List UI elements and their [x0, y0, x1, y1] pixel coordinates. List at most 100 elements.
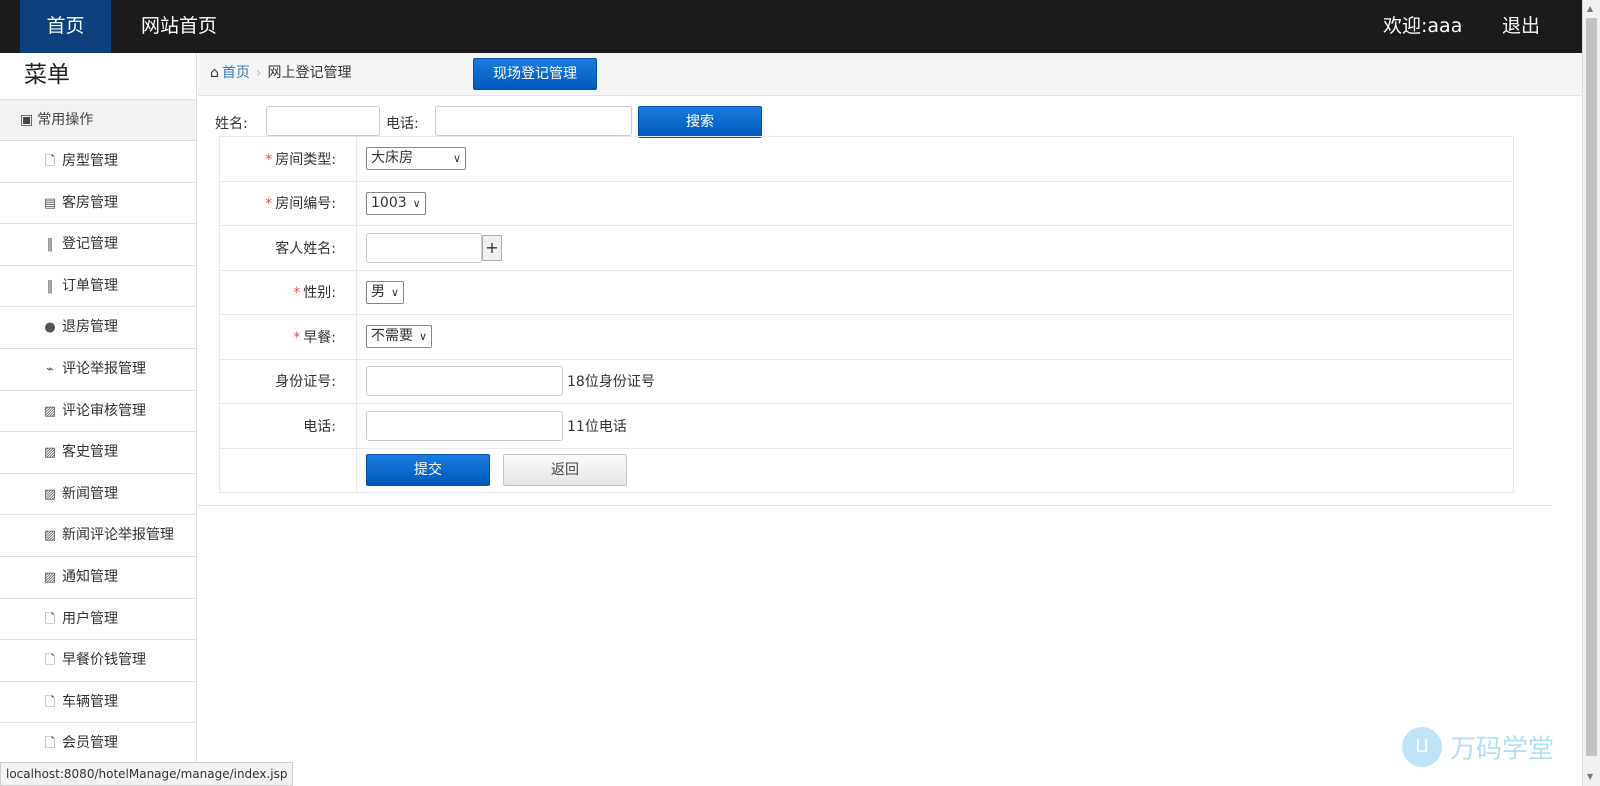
- breadcrumb-separator: ›: [255, 65, 262, 81]
- home-icon: ⌂: [210, 65, 219, 81]
- required-mark: *: [293, 329, 301, 346]
- chevron-down-icon: ∨: [419, 330, 428, 344]
- id-number-input[interactable]: [366, 366, 563, 397]
- sidebar-item-label: 退房管理: [62, 319, 118, 336]
- watermark-logo-icon: ⨿: [1402, 727, 1442, 767]
- sidebar-item-label: 房型管理: [62, 153, 118, 169]
- gender-label: 性别:: [303, 285, 336, 302]
- vertical-scrollbar[interactable]: ▲ ▼: [1582, 0, 1600, 786]
- search-button[interactable]: 搜索: [638, 106, 762, 138]
- search-phone-label: 电话:: [386, 116, 419, 132]
- sidebar-item-label: 评论举报管理: [62, 360, 146, 377]
- status-bar-url: localhost:8080/hotelManage/manage/index.…: [0, 762, 294, 786]
- form-row-guest-name: 客人姓名: +: [219, 225, 1514, 271]
- form-row-room-type: * 房间类型: 大床房 ∨: [219, 136, 1514, 182]
- breakfast-select[interactable]: 不需要 ∨: [366, 325, 433, 349]
- chevron-down-icon: ∨: [412, 196, 421, 210]
- chevron-down-icon: ∨: [452, 152, 461, 166]
- sidebar-item[interactable]: 🗋 房型管理: [0, 141, 196, 183]
- sidebar-item[interactable]: ▨ 评论审核管理: [0, 391, 196, 433]
- main-content: ⌂ 首页 › 网上登记管理 现场登记管理 姓名: 电话: 搜索 * 房间类型: 大床房 ∨…: [198, 53, 1582, 786]
- welcome-user: 欢迎:aaa: [1383, 15, 1463, 37]
- form-row-room-number: * 房间编号: 1003 ∨: [219, 180, 1514, 226]
- watermark: ⨿ 万码学堂: [1402, 727, 1554, 769]
- sidebar-item[interactable]: ▤ 客房管理: [0, 183, 196, 225]
- menu-group-common[interactable]: ▣ 常用操作: [0, 100, 196, 141]
- sidebar-item-label: 会员管理: [62, 735, 118, 752]
- scroll-down-icon[interactable]: ▼: [1587, 772, 1593, 781]
- chevron-down-icon: ∨: [391, 285, 400, 299]
- sidebar-item[interactable]: ▨ 通知管理: [0, 557, 196, 599]
- file-icon: 🗋: [44, 154, 56, 169]
- form-row-gender: * 性别: 男 ∨: [219, 269, 1514, 315]
- sidebar-item[interactable]: ▨ 新闻管理: [0, 474, 196, 516]
- logout-link[interactable]: 退出: [1502, 0, 1540, 53]
- phone-input[interactable]: [366, 410, 563, 441]
- required-mark: *: [293, 285, 301, 302]
- sidebar-item-label: 通知管理: [62, 568, 118, 585]
- sidebar-item-label: 客房管理: [62, 194, 118, 211]
- breakfast-label: 早餐:: [303, 329, 336, 346]
- menu-title: 菜单: [0, 53, 196, 100]
- sidebar-item[interactable]: ▨ 客史管理: [0, 432, 196, 474]
- room-number-select[interactable]: 1003 ∨: [366, 191, 426, 215]
- room-type-select[interactable]: 大床房 ∨: [366, 147, 466, 171]
- sidebar-item[interactable]: 🗋 车辆管理: [0, 682, 196, 724]
- sidebar-item-label: 订单管理: [62, 277, 118, 294]
- id-number-label: 身份证号:: [219, 358, 357, 404]
- form-row-breakfast: * 早餐: 不需要 ∨: [219, 314, 1514, 360]
- gender-select[interactable]: 男 ∨: [366, 280, 405, 304]
- sidebar-item[interactable]: ‖ 登记管理: [0, 224, 196, 266]
- group-icon: ▣: [20, 112, 34, 128]
- sidebar-item-label: 早餐价钱管理: [62, 652, 146, 669]
- scroll-thumb[interactable]: [1586, 18, 1597, 756]
- file-icon: 🗋: [44, 611, 56, 627]
- room-type-label: 房间类型:: [275, 151, 336, 168]
- add-guest-button[interactable]: +: [482, 234, 502, 261]
- top-navbar: 首页 网站首页 欢迎:aaa 退出: [0, 0, 1582, 53]
- nav-home[interactable]: 首页: [20, 0, 111, 53]
- search-name-input[interactable]: [266, 106, 380, 136]
- back-button[interactable]: 返回: [503, 454, 627, 487]
- sidebar-item-label: 用户管理: [62, 610, 118, 627]
- list-icon: ▤: [43, 195, 57, 211]
- sidebar-item[interactable]: ‖ 订单管理: [0, 266, 196, 308]
- registration-form: * 房间类型: 大床房 ∨ * 房间编号: 1003 ∨ 客人姓名: + * 性别: 男 ∨…: [219, 136, 1514, 493]
- picture-icon: ▨: [43, 445, 57, 461]
- breadcrumb-bar: ⌂ 首页 › 网上登记管理 现场登记管理: [198, 53, 1582, 96]
- file-icon: 🗋: [44, 694, 56, 710]
- sidebar-item[interactable]: ⌁ 评论举报管理: [0, 349, 196, 391]
- picture-icon: ▨: [43, 486, 57, 502]
- form-row-phone: 电话: 11位电话: [219, 403, 1514, 449]
- guest-name-label: 客人姓名:: [219, 225, 357, 271]
- onsite-registration-button[interactable]: 现场登记管理: [473, 58, 597, 90]
- guest-name-input[interactable]: [366, 232, 482, 263]
- picture-icon: ▨: [43, 528, 57, 544]
- phone-label: 电话:: [219, 403, 357, 449]
- breadcrumb: ⌂ 首页 › 网上登记管理: [210, 53, 352, 94]
- sidebar-item[interactable]: 🗋 用户管理: [0, 599, 196, 641]
- file-icon: 🗋: [44, 736, 56, 752]
- sidebar-item[interactable]: ● 退房管理: [0, 307, 196, 349]
- comment-icon: ●: [44, 320, 56, 336]
- submit-button[interactable]: 提交: [366, 454, 490, 487]
- sidebar-item-label: 评论审核管理: [62, 402, 146, 419]
- sidebar-item-label: 车辆管理: [62, 693, 118, 710]
- plug-icon: ⌁: [46, 361, 54, 377]
- sidebar-item-label: 新闻评论举报管理: [62, 527, 174, 544]
- scroll-up-icon[interactable]: ▲: [1587, 4, 1593, 13]
- id-number-hint: 18位身份证号: [567, 374, 655, 391]
- sidebar-item-label: 客史管理: [62, 444, 118, 461]
- room-number-label: 房间编号:: [275, 196, 336, 213]
- search-phone-input[interactable]: [435, 106, 632, 136]
- divider: [198, 505, 1553, 506]
- sidebar-item[interactable]: 🗋 早餐价钱管理: [0, 640, 196, 682]
- sidebar: 菜单 ▣ 常用操作 🗋 房型管理 ▤ 客房管理 ‖ 登记管理 ‖ 订单管理 ● 退房管理 ⌁ 评论举报管…: [0, 53, 197, 786]
- sidebar-item[interactable]: 🗋 会员管理: [0, 723, 196, 765]
- nav-site-home[interactable]: 网站首页: [141, 0, 217, 53]
- search-name-label: 姓名:: [215, 116, 248, 132]
- sidebar-item[interactable]: ▨ 新闻评论举报管理: [0, 515, 196, 557]
- file-icon: 🗋: [44, 653, 56, 669]
- watermark-text: 万码学堂: [1450, 734, 1555, 765]
- breadcrumb-home[interactable]: 首页: [222, 65, 250, 81]
